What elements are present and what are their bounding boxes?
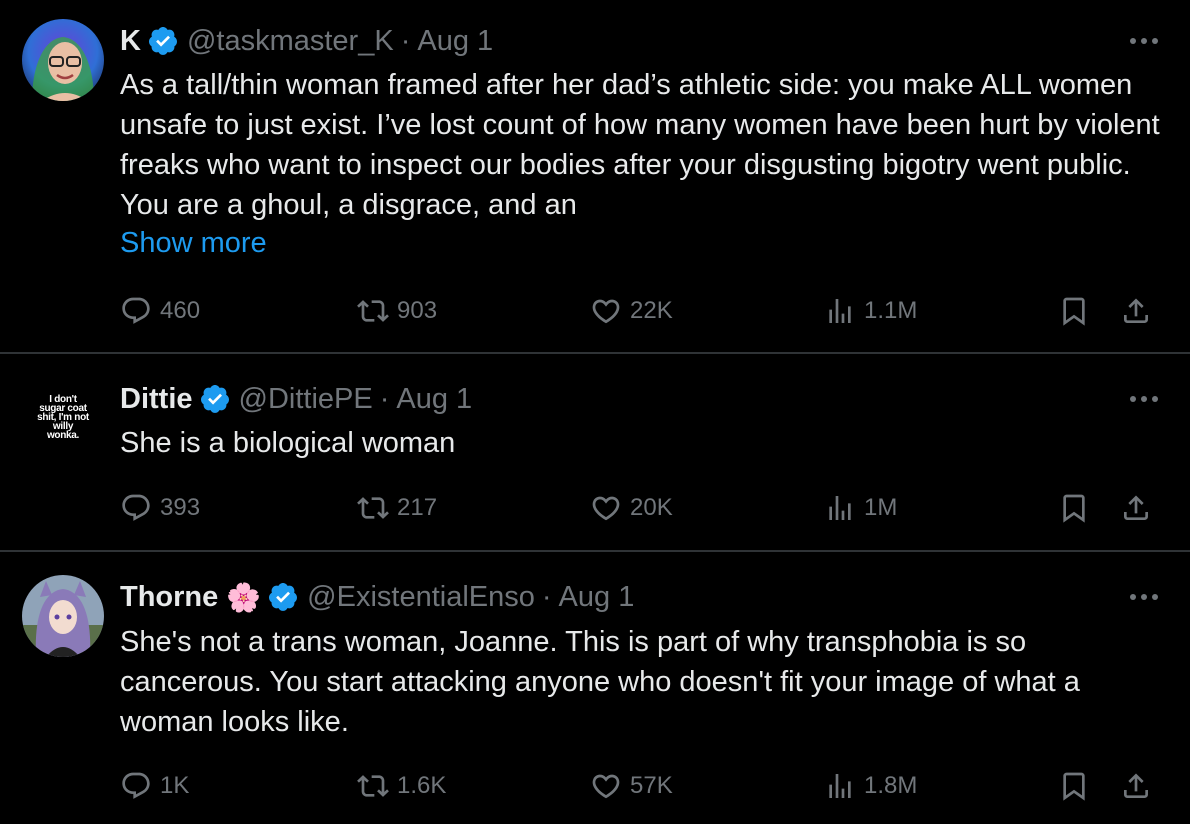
author-handle[interactable]: @ExistentialEnso	[307, 581, 535, 614]
share-button[interactable]	[1120, 766, 1152, 806]
reply-count: 460	[160, 297, 201, 324]
reply-button[interactable]: 393	[120, 488, 200, 528]
views-count: 1M	[864, 494, 898, 521]
tweet-date[interactable]: Aug 1	[559, 581, 635, 614]
bookmark-button[interactable]	[1058, 488, 1090, 528]
share-icon	[1124, 773, 1148, 798]
repost-icon	[357, 497, 389, 519]
like-count: 57K	[630, 772, 673, 799]
reply-count: 393	[160, 494, 201, 521]
tweet-date[interactable]: Aug 1	[417, 25, 493, 58]
tweet-text: She's not a trans woman, Joanne. This is…	[120, 626, 1080, 738]
author-handle[interactable]: @DittiePE	[239, 383, 373, 416]
tweet-text: She is a biological woman	[120, 427, 456, 459]
bookmark-icon	[1063, 297, 1085, 326]
views-button[interactable]: 1M	[824, 488, 897, 528]
more-icon[interactable]	[1128, 383, 1160, 415]
repost-button[interactable]: 903	[357, 291, 437, 331]
views-button[interactable]: 1.8M	[824, 766, 917, 806]
like-icon	[592, 774, 620, 799]
repost-icon	[357, 300, 389, 322]
share-button[interactable]	[1120, 488, 1152, 528]
reply-icon	[122, 297, 150, 324]
verified-badge-icon	[200, 385, 229, 413]
separator: ·	[541, 580, 552, 613]
like-button[interactable]: 22K	[590, 291, 673, 331]
reply-button[interactable]: 1K	[120, 766, 189, 806]
views-button[interactable]: 1.1M	[824, 291, 917, 331]
separator: ·	[379, 382, 390, 415]
more-icon[interactable]	[1128, 581, 1160, 613]
reply-icon	[122, 494, 150, 521]
repost-count: 1.6K	[397, 772, 447, 799]
bookmark-button[interactable]	[1058, 291, 1090, 331]
share-icon	[1124, 495, 1148, 520]
like-button[interactable]: 57K	[590, 766, 673, 806]
like-button[interactable]: 20K	[590, 488, 673, 528]
verified-badge-icon	[148, 27, 177, 55]
repost-count: 903	[397, 297, 438, 324]
author-handle[interactable]: @taskmaster_K	[187, 25, 394, 58]
tweet-1[interactable]: K @taskmaster_K · Aug 1 As a tall/thin w…	[0, 0, 1190, 352]
repost-button[interactable]: 1.6K	[357, 766, 446, 806]
bookmark-button[interactable]	[1058, 766, 1090, 806]
like-count: 22K	[630, 297, 673, 324]
reply-count: 1K	[160, 772, 190, 799]
repost-icon	[357, 775, 389, 797]
more-icon[interactable]	[1128, 25, 1160, 57]
avatar-dittie[interactable]: I don't sugar coat shit, I'm not willy w…	[22, 376, 104, 458]
show-more-link[interactable]: Show more	[120, 227, 267, 260]
bookmark-icon	[1063, 772, 1085, 801]
like-icon	[592, 496, 620, 521]
bookmark-icon	[1063, 494, 1085, 523]
views-icon	[829, 496, 851, 520]
flower-emoji-icon: 🌸	[226, 581, 262, 613]
avatar-k[interactable]	[22, 19, 104, 101]
verified-badge-icon	[269, 583, 298, 611]
repost-button[interactable]: 217	[357, 488, 437, 528]
share-icon	[1124, 298, 1148, 323]
share-button[interactable]	[1120, 291, 1152, 331]
tweet-text: As a tall/thin woman framed after her da…	[120, 69, 1160, 221]
author-name[interactable]: K	[120, 25, 141, 58]
reply-button[interactable]: 460	[120, 291, 200, 331]
avatar-thorne[interactable]	[22, 575, 104, 657]
views-icon	[829, 774, 851, 798]
separator: ·	[400, 24, 411, 57]
like-count: 20K	[630, 494, 673, 521]
views-count: 1.8M	[864, 772, 918, 799]
author-name[interactable]: Dittie	[120, 383, 193, 416]
like-icon	[592, 299, 620, 324]
avatar-caption: I don't sugar coat shit, I'm not willy w…	[37, 393, 89, 441]
author-name[interactable]: Thorne	[120, 581, 218, 614]
views-icon	[829, 299, 851, 323]
reply-icon	[122, 772, 150, 799]
repost-count: 217	[397, 494, 438, 521]
divider	[0, 550, 1190, 552]
views-count: 1.1M	[864, 297, 918, 324]
tweet-date[interactable]: Aug 1	[396, 383, 472, 416]
